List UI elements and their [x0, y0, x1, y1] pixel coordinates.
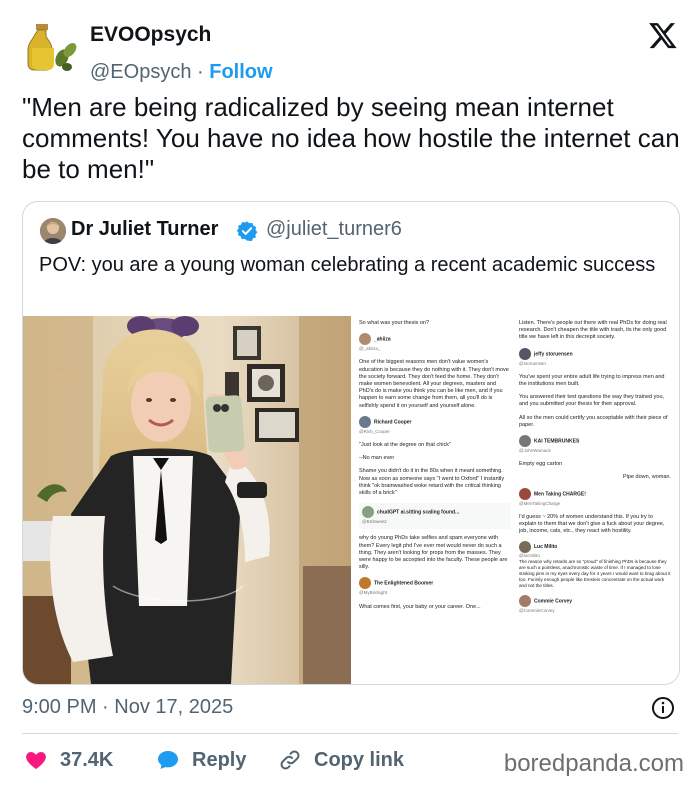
- copy-link-label: Copy link: [314, 748, 405, 771]
- screenshot-user-handle: @Rich_Cooper: [359, 428, 390, 434]
- screenshot-text: Empty egg carton: [519, 461, 563, 468]
- screenshot-text: You answered their test questions the wa…: [519, 394, 665, 408]
- avatar: [519, 541, 531, 554]
- author-handle[interactable]: @EOpsych: [90, 61, 191, 83]
- follow-button[interactable]: Follow: [209, 61, 272, 83]
- screenshot-user-name: Luc Milito: [534, 544, 558, 551]
- avatar: [519, 435, 531, 448]
- author-name[interactable]: EVOOpsych: [90, 23, 211, 47]
- screenshot-user-handle: @BShweetz: [362, 519, 387, 525]
- info-icon[interactable]: [651, 696, 675, 720]
- avatar: [359, 333, 371, 346]
- x-logo-icon[interactable]: [648, 20, 678, 50]
- quoted-tweet[interactable]: Dr Juliet Turner @juliet_turner6 POV: yo…: [22, 201, 680, 685]
- avatar: [359, 577, 371, 590]
- screenshot-text: Listen. There's people out there with re…: [519, 320, 667, 341]
- quoted-author-avatar[interactable]: [40, 218, 66, 244]
- screenshot-text: You've spent your entire adult life tryi…: [519, 373, 665, 388]
- screenshot-text: "Just look at the degree on that chick": [359, 442, 451, 449]
- screenshot-left-column: So what was your thesis on? _ahiiza @_ahi…: [359, 320, 511, 617]
- screenshot-text: What comes first, your baby or your care…: [359, 603, 481, 610]
- heart-icon: [26, 752, 46, 769]
- screenshot-text: All so the men could certify you accepta…: [519, 414, 668, 428]
- author-avatar[interactable]: [22, 18, 78, 74]
- screenshot-user-handle: @CommieCorvey: [519, 608, 555, 614]
- screenshot-user-handle: @MyBirdsight: [359, 590, 388, 596]
- screenshot-user-name: chudGPT ai.sitting scaling found...: [377, 509, 460, 516]
- tweet-time: 9:00 PM: [22, 696, 97, 718]
- comments-screenshot[interactable]: So what was your thesis on? _ahiiza @_ahi…: [351, 316, 679, 684]
- tweet-text: "Men are being radicalized by seeing mea…: [22, 92, 680, 184]
- reply-bubble-icon: [158, 751, 178, 769]
- quoted-author-name[interactable]: Dr Juliet Turner: [71, 218, 218, 241]
- screenshot-text: One of the biggest reasons men don't val…: [359, 359, 509, 409]
- quoted-author-handle[interactable]: @juliet_turner6: [266, 218, 402, 241]
- avatar: [519, 347, 531, 360]
- watermark: boredpanda.com: [503, 750, 684, 777]
- screenshot-text: The reason why retards are so "proud" of…: [519, 559, 671, 589]
- screenshot-text: why do young PhDs take selfies and spam …: [359, 535, 508, 571]
- screenshot-user-name: KAI TEMBRUNKES: [534, 438, 580, 445]
- reply-button[interactable]: Reply: [156, 744, 246, 776]
- screenshot-user-name: Men Taking CHARGE!: [534, 491, 586, 498]
- verified-badge-icon: [236, 221, 258, 242]
- screenshot-user-name: _ahiiza: [374, 336, 391, 343]
- screenshot-user-handle: @lucmilito: [519, 553, 540, 559]
- copy-link-button[interactable]: Copy link: [278, 744, 404, 776]
- tweet-header: EVOOpsych @EOpsych · Follow: [22, 14, 682, 84]
- meta-separator: ·: [102, 696, 109, 718]
- author-handle-line: @EOpsych · Follow: [90, 61, 273, 84]
- avatar: [359, 415, 371, 428]
- link-icon: [280, 750, 300, 770]
- screenshot-user-handle: @MenTakingCharge: [519, 500, 561, 506]
- screenshot-text: --No man ever: [359, 455, 395, 462]
- tweet-date: Nov 17, 2025: [114, 696, 234, 718]
- handle-separator: ·: [197, 61, 204, 83]
- screenshot-user-handle: @storuensen: [519, 360, 546, 366]
- tweet-timestamp[interactable]: 9:00 PM · Nov 17, 2025: [22, 696, 233, 719]
- screenshot-user-name: jeffy storuensen: [534, 351, 573, 358]
- screenshot-user-name: The Enlightened Boomer: [374, 580, 434, 587]
- screenshot-user-handle: @_ahiiza_: [359, 346, 381, 352]
- screenshot-text: I'd guess ~ 20% of women understand this…: [519, 513, 665, 535]
- avatar: [519, 487, 531, 500]
- screenshot-text: Pipe down, woman.: [623, 474, 671, 481]
- screenshot-text: Shame you didn't do it in the 80s when i…: [359, 468, 505, 497]
- screenshot-user-name: Commie Corvey: [534, 598, 573, 605]
- quoted-tweet-text: POV: you are a young woman celebrating a…: [39, 254, 656, 276]
- avatar: [362, 506, 374, 519]
- screenshot-user-handle: @JohnWomack: [519, 448, 551, 454]
- screenshot-user-name: Richard Cooper: [374, 419, 412, 426]
- screenshot-right-column: Listen. There's people out there with re…: [519, 320, 671, 622]
- reply-label: Reply: [192, 748, 247, 771]
- selfie-photo[interactable]: [23, 316, 351, 684]
- like-count: 37.4K: [60, 748, 114, 771]
- like-button[interactable]: 37.4K: [24, 744, 113, 776]
- avatar: [519, 595, 531, 608]
- divider: [22, 733, 678, 734]
- screenshot-text: So what was your thesis on?: [359, 320, 430, 326]
